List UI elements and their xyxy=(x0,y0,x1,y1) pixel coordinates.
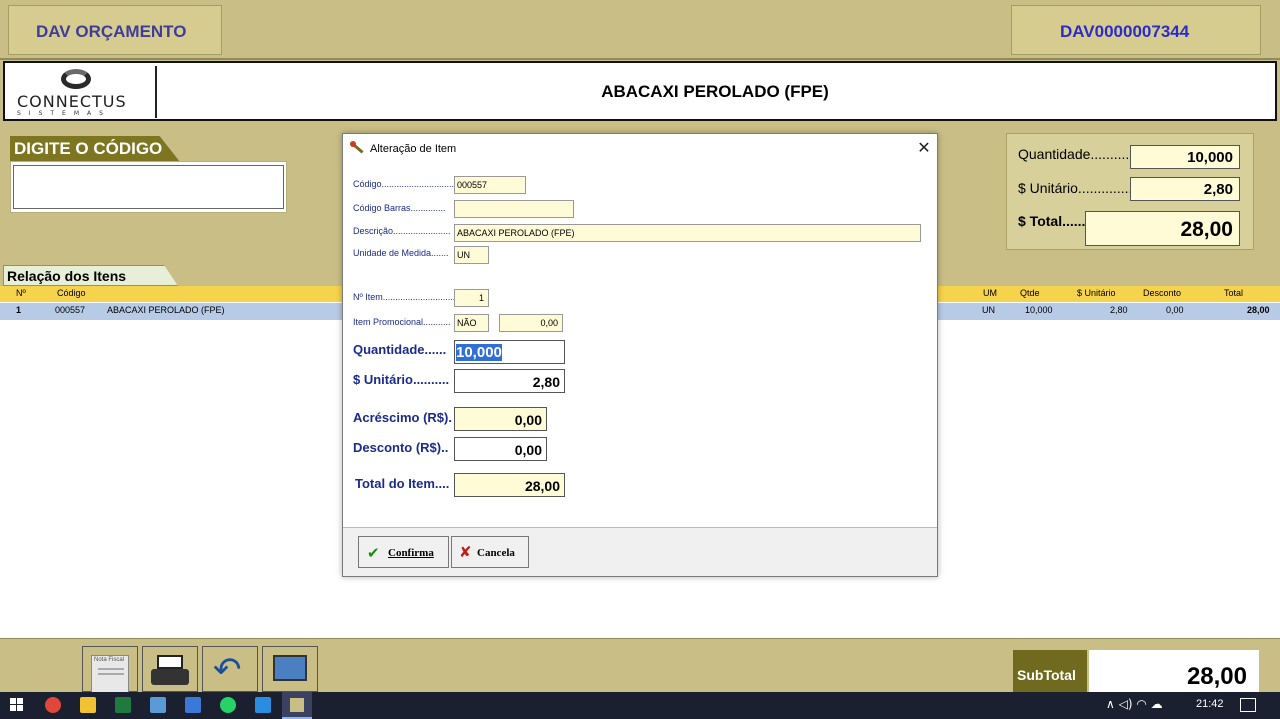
column-header[interactable]: Código xyxy=(57,288,86,298)
app-icon[interactable] xyxy=(185,697,201,713)
subtotal-label: SubTotal xyxy=(1013,650,1087,692)
cell-description: ABACAXI PEROLADO (FPE) xyxy=(107,305,225,315)
summary-total-label: $ Total...... xyxy=(1018,213,1086,229)
whatsapp-icon[interactable] xyxy=(220,697,236,713)
cell-number: 1 xyxy=(16,305,22,315)
quantidade-field[interactable]: 10,000 xyxy=(454,340,565,364)
codigo-label: Código............................. xyxy=(353,179,455,189)
quantidade-selected-text: 10,000 xyxy=(456,344,502,361)
product-band: CONNECTUS SISTEMAS ABACAXI PEROLADO (FPE… xyxy=(3,61,1277,121)
checkmark-icon: ✔ xyxy=(367,544,380,562)
current-product-name: ABACAXI PEROLADO (FPE) xyxy=(601,82,829,101)
unidade-field[interactable]: UN xyxy=(454,246,489,264)
code-entry-label: DIGITE O CÓDIGO xyxy=(10,136,180,162)
notifications-icon[interactable] xyxy=(1240,698,1256,712)
document-line xyxy=(98,668,124,670)
desconto-field[interactable]: 0,00 xyxy=(454,437,547,461)
cell-unit-price: 2,80 xyxy=(1110,305,1128,315)
column-header[interactable]: Qtde xyxy=(1020,288,1040,298)
print-button[interactable] xyxy=(142,646,198,692)
acrescimo-label: Acréscimo (R$). xyxy=(353,410,452,425)
taskbar-clock[interactable]: 21:42 xyxy=(1196,698,1224,710)
file-explorer-icon[interactable] xyxy=(80,697,96,713)
summary-unit-price-field: 2,80 xyxy=(1130,177,1240,201)
vscode-icon[interactable] xyxy=(255,697,271,713)
unitario-field[interactable]: 2,80 xyxy=(454,369,565,393)
company-logo: CONNECTUS SISTEMAS xyxy=(11,66,157,118)
printer-body xyxy=(151,669,189,685)
nota-fiscal-button[interactable]: Nota Fiscal xyxy=(82,646,138,693)
printer-icon xyxy=(157,655,183,669)
total-item-label: Total do Item.... xyxy=(355,476,450,491)
cell-code: 000557 xyxy=(55,305,86,315)
dialog-divider xyxy=(343,527,937,528)
document-icon: Nota Fiscal xyxy=(91,655,129,693)
summary-quantity-field: 10,000 xyxy=(1130,145,1240,169)
system-tray-icons[interactable]: ∧ ◁) ◠ ☁ xyxy=(1106,697,1163,711)
column-header[interactable]: UM xyxy=(983,288,997,298)
document-line xyxy=(98,673,124,675)
descricao-field[interactable]: ABACAXI PEROLADO (FPE) xyxy=(454,224,921,242)
active-app-taskbar-button[interactable] xyxy=(282,692,312,719)
dialog-title: Alteração de Item xyxy=(370,143,457,155)
total-item-field: 28,00 xyxy=(454,473,565,497)
cell-unit: UN xyxy=(982,305,995,315)
cell-discount: 0,00 xyxy=(1166,305,1184,315)
undo-icon: ↶ xyxy=(213,650,242,690)
logo-ring-icon xyxy=(61,69,91,89)
dialog-app-icon xyxy=(350,141,364,155)
logo-subtext: SISTEMAS xyxy=(17,110,111,117)
close-icon[interactable]: ✕ xyxy=(914,138,934,158)
code-entry-input[interactable] xyxy=(13,165,284,209)
column-header[interactable]: Desconto xyxy=(1143,288,1181,298)
cell-total: 28,00 xyxy=(1247,305,1270,315)
summary-quantity-label: Quantidade............ xyxy=(1018,146,1138,162)
cancel-button[interactable]: ✘ Cancela xyxy=(451,536,529,568)
summary-unit-price-label: $ Unitário............... xyxy=(1018,180,1137,196)
nota-fiscal-label: Nota Fiscal xyxy=(94,657,125,663)
codigo-barras-label: Código Barras.............. xyxy=(353,203,446,213)
codigo-field[interactable]: 000557 xyxy=(454,176,526,194)
n-item-label: Nº Item............................. xyxy=(353,292,456,302)
desconto-label: Desconto (R$).. xyxy=(353,440,449,455)
column-header[interactable]: Nº xyxy=(16,288,26,298)
column-header[interactable]: Total xyxy=(1224,288,1243,298)
monitor-icon xyxy=(273,655,307,681)
summary-total-field: 28,00 xyxy=(1085,211,1240,246)
subtotal-value: 28,00 xyxy=(1089,650,1259,692)
undo-button[interactable]: ↶ xyxy=(202,646,258,692)
unitario-label: $ Unitário.......... xyxy=(353,372,450,387)
quantidade-label: Quantidade...... xyxy=(353,342,447,357)
cancel-label: Cancela xyxy=(477,547,515,559)
document-number: DAV0000007344 xyxy=(1011,5,1261,55)
screen-title: DAV ORÇAMENTO xyxy=(8,5,222,55)
promocional-price-field[interactable]: 0,00 xyxy=(499,314,563,332)
confirm-button[interactable]: ✔ Confirma xyxy=(358,536,449,568)
promocional-label: Item Promocional........... xyxy=(353,317,451,327)
unidade-label: Unidade de Medida....... xyxy=(353,248,449,258)
descricao-label: Descrição....................... xyxy=(353,226,451,236)
app-icon xyxy=(290,698,304,712)
logo-text: CONNECTUS xyxy=(17,92,127,111)
n-item-field[interactable]: 1 xyxy=(454,289,489,307)
codigo-barras-field[interactable] xyxy=(454,200,574,218)
column-header[interactable]: $ Unitário xyxy=(1077,288,1116,298)
chrome-icon[interactable] xyxy=(45,697,61,713)
app-icon[interactable] xyxy=(150,697,166,713)
screen-settings-button[interactable] xyxy=(262,646,318,692)
items-tab[interactable]: Relação dos Itens xyxy=(3,265,178,286)
confirm-label: Confirma xyxy=(388,547,434,559)
windows-start-icon[interactable] xyxy=(10,698,24,712)
cancel-x-icon: ✘ xyxy=(459,543,472,561)
promocional-field[interactable]: NÃO xyxy=(454,314,489,332)
excel-icon[interactable] xyxy=(115,697,131,713)
acrescimo-field[interactable]: 0,00 xyxy=(454,407,547,431)
cell-quantity: 10,000 xyxy=(1025,305,1053,315)
